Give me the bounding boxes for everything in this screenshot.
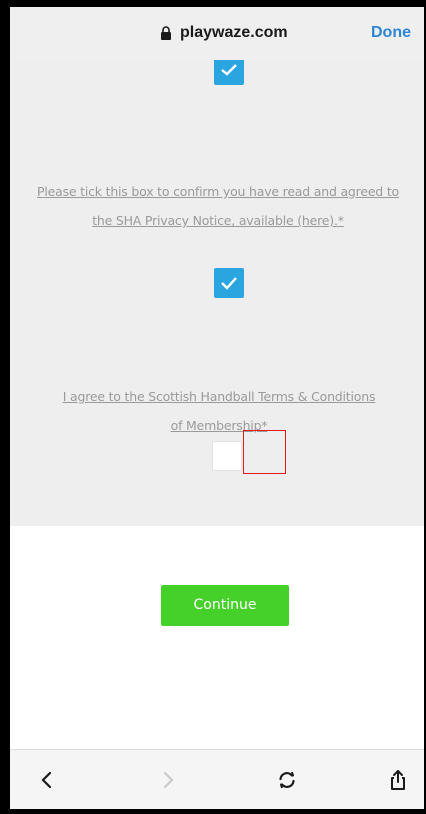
browser-screen: playwaze.com Done Please tick this box t… bbox=[10, 7, 424, 809]
done-button[interactable]: Done bbox=[371, 24, 411, 42]
top-checkbox[interactable] bbox=[214, 60, 244, 85]
privacy-checkbox[interactable] bbox=[214, 268, 244, 298]
terms-text[interactable]: I agree to the Scottish Handball Terms &… bbox=[62, 382, 376, 440]
reload-icon[interactable] bbox=[275, 768, 299, 792]
terms-checkbox[interactable] bbox=[212, 441, 242, 471]
privacy-notice-text[interactable]: Please tick this box to confirm you have… bbox=[37, 177, 399, 235]
continue-button[interactable]: Continue bbox=[161, 585, 289, 626]
back-icon[interactable] bbox=[35, 768, 59, 792]
url-text[interactable]: playwaze.com bbox=[180, 24, 288, 42]
lock-icon bbox=[161, 26, 171, 40]
form-section: Please tick this box to confirm you have… bbox=[10, 60, 424, 526]
highlight-box bbox=[243, 430, 286, 474]
checkmark-icon bbox=[221, 64, 237, 76]
address-bar: playwaze.com Done bbox=[10, 7, 424, 60]
browser-toolbar bbox=[10, 749, 424, 809]
checkmark-icon bbox=[221, 277, 237, 290]
forward-icon[interactable] bbox=[156, 768, 180, 792]
share-icon[interactable] bbox=[386, 768, 410, 792]
device-frame: playwaze.com Done Please tick this box t… bbox=[0, 0, 426, 814]
